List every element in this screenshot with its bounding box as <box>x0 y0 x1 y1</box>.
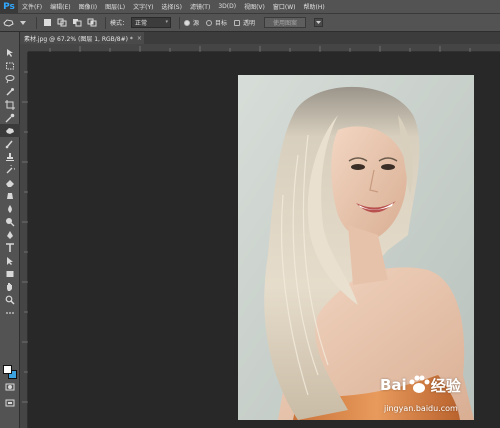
zoom-icon[interactable] <box>0 293 20 306</box>
dodge-icon[interactable] <box>0 215 20 228</box>
blur-icon[interactable] <box>0 202 20 215</box>
subtract-selection-icon[interactable] <box>71 17 83 29</box>
menu-view[interactable]: 视图(V) <box>244 2 265 11</box>
mode-select-value: 正常 <box>135 20 148 27</box>
shape-icon[interactable] <box>0 267 20 280</box>
eyedropper-icon[interactable] <box>0 111 20 124</box>
quick-mask-icon[interactable] <box>0 380 20 393</box>
history-brush-icon[interactable] <box>0 163 20 176</box>
menu-file[interactable]: 文件(F) <box>22 2 42 11</box>
baidu-jingyan-watermark: Bai 经验 jingyan.baidu.com <box>380 374 496 422</box>
horizontal-ruler[interactable] <box>20 44 500 52</box>
menu-type[interactable]: 文字(Y) <box>133 2 153 11</box>
type-icon[interactable] <box>0 241 20 254</box>
add-selection-icon[interactable] <box>56 17 68 29</box>
hand-icon[interactable] <box>0 280 20 293</box>
watermark-url: jingyan.baidu.com <box>384 404 458 413</box>
path-select-icon[interactable] <box>0 254 20 267</box>
eraser-icon[interactable] <box>0 176 20 189</box>
photoshop-logo: Ps <box>0 0 18 14</box>
watermark-brand-right: 经验 <box>430 376 461 395</box>
menu-bar: Ps 文件(F) 编辑(E) 图像(I) 图层(L) 文字(Y) 选择(S) 滤… <box>0 0 500 14</box>
pen-icon[interactable] <box>0 228 20 241</box>
use-pattern-button[interactable]: 使用图案 <box>264 17 307 28</box>
pattern-dropdown-icon[interactable] <box>312 17 324 29</box>
mode-label: 模式： <box>110 20 129 27</box>
menu-window[interactable]: 窗口(W) <box>273 2 296 11</box>
options-bar: 模式： 正常 ▾ 源 目标 透明 使用图案 <box>0 14 500 32</box>
source-label: 源 <box>193 20 200 27</box>
separator <box>36 16 37 29</box>
clone-stamp-icon[interactable] <box>0 150 20 163</box>
document-tab[interactable]: 素材.jpg @ 67.2% (图层 1, RGB/8#) * × <box>20 32 144 44</box>
mode-select[interactable]: 正常 ▾ <box>131 17 172 28</box>
tools-panel <box>0 32 20 428</box>
menu-help[interactable]: 帮助(H) <box>304 2 325 11</box>
quick-select-icon[interactable] <box>0 85 20 98</box>
intersect-selection-icon[interactable] <box>86 17 98 29</box>
menu-filter[interactable]: 滤镜(T) <box>190 2 210 11</box>
screen-mode-icon[interactable] <box>0 396 20 409</box>
lasso-icon[interactable] <box>0 72 20 85</box>
edit-toolbar-icon[interactable] <box>0 306 20 319</box>
separator <box>179 16 181 29</box>
chevron-down-icon: ▾ <box>165 19 169 25</box>
foreground-color-swatch[interactable] <box>3 365 12 374</box>
menu-image[interactable]: 图像(I) <box>79 2 97 11</box>
document-tab-title: 素材.jpg @ 67.2% (图层 1, RGB/8#) * <box>24 35 133 43</box>
crop-icon[interactable] <box>0 98 20 111</box>
vertical-ruler[interactable] <box>20 52 28 428</box>
close-icon[interactable]: × <box>137 35 142 42</box>
paw-icon <box>409 375 430 393</box>
gradient-icon[interactable] <box>0 189 20 202</box>
destination-radio[interactable] <box>206 19 213 26</box>
menu-select[interactable]: 选择(S) <box>161 2 182 11</box>
menu-3d[interactable]: 3D(D) <box>218 3 236 10</box>
brush-icon[interactable] <box>0 137 20 150</box>
watermark-brand-left: Bai <box>380 376 407 394</box>
transparent-checkbox[interactable] <box>234 19 241 26</box>
marquee-icon[interactable] <box>0 59 20 72</box>
canvas-image[interactable] <box>238 75 474 420</box>
destination-label: 目标 <box>215 20 228 27</box>
transparent-label: 透明 <box>243 20 256 27</box>
move-icon[interactable] <box>0 46 20 59</box>
patch-icon[interactable] <box>0 124 20 137</box>
document-tab-bar: 素材.jpg @ 67.2% (图层 1, RGB/8#) * × <box>20 32 500 44</box>
ruler-origin[interactable] <box>20 44 28 52</box>
separator <box>105 16 106 29</box>
menu-layer[interactable]: 图层(L) <box>105 2 125 11</box>
watermark-brand: Bai 经验 <box>380 374 461 396</box>
source-radio[interactable] <box>184 19 191 26</box>
patch-tool-preset-icon[interactable] <box>2 17 14 29</box>
tool-preset-dropdown-icon[interactable] <box>17 17 29 29</box>
menu-edit[interactable]: 编辑(E) <box>50 2 70 11</box>
new-selection-icon[interactable] <box>41 17 53 29</box>
